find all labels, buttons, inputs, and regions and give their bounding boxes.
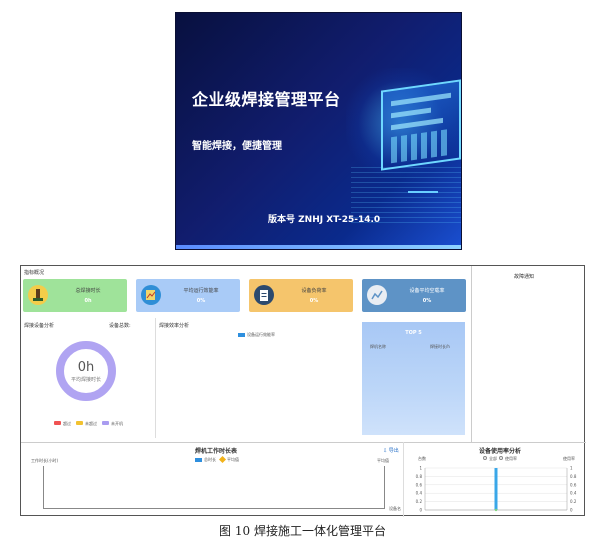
average-legend-label: 平均值 (227, 457, 239, 462)
top5-header-duration: 焊接时长/h (430, 344, 450, 349)
work-time-chart-area (43, 466, 385, 509)
y-tick-label: 0.8 (416, 474, 423, 479)
splash-subtitle: 智能焊接，便捷管理 (192, 141, 282, 152)
device-analysis-title: 焊接设备分析 (24, 323, 55, 329)
average-legend-swatch (218, 455, 227, 464)
y-tick-label: 0.2 (416, 499, 423, 504)
y2-tick-label: 0.2 (570, 499, 577, 504)
work-time-y2-axis-label: 平均值 (377, 458, 389, 463)
all-legend-marker (483, 456, 487, 460)
overview-title: 指标概况 (24, 270, 45, 276)
kpi-card-avg-efficiency[interactable]: 平均运行效能率 0% (136, 279, 240, 312)
kpi-card-idle-rate[interactable]: 设备平均空载率 0% (362, 279, 466, 312)
efficiency-analysis-title: 焊接效率分析 (159, 323, 190, 329)
y-tick-label: 0 (419, 508, 422, 513)
y2-tick-label: 0.8 (570, 474, 577, 479)
kpi-label: 设备负荷率 (301, 288, 327, 294)
top5-header-machine: 焊机名称 (370, 344, 386, 349)
fault-notice-title: 故障通知 (514, 274, 535, 280)
legend-swatch-exceeded (54, 421, 61, 425)
utilization-y-axis-label: 台数 (418, 456, 426, 461)
utilization-title: 设备使用率分析 (479, 448, 522, 455)
splash-bottom-line (176, 245, 461, 249)
work-time-x-axis-label: 设备名 (389, 506, 401, 511)
monitor-bar (391, 92, 451, 107)
kpi-value: 0% (309, 298, 319, 304)
utilization-legend-marker (499, 456, 503, 460)
legend-swatch-not-exceeded (76, 421, 83, 425)
splash-title: 企业级焊接管理平台 (192, 90, 341, 109)
splash-banner: 企业级焊接管理平台 智能焊接，便捷管理 版本号 ZNHJ XT-25-14.0 (175, 12, 462, 250)
figure-caption: 图 10 焊接施工一体化管理平台 (219, 524, 386, 538)
device-total-label: 设备总数: (109, 323, 131, 329)
efficiency-legend-label: 设备运行效能率 (247, 332, 275, 337)
y-tick-label: 1 (419, 466, 422, 471)
section-divider (21, 442, 586, 443)
kpi-card-load-rate[interactable]: 设备负荷率 0% (249, 279, 353, 312)
work-time-y-axis-label: 工作时长(小时) (31, 458, 59, 463)
total-legend-label: 总时长 (204, 457, 216, 462)
kpi-label: 设备平均空载率 (409, 288, 445, 294)
y2-tick-label: 0.6 (570, 482, 577, 487)
kpi-value: 0% (196, 298, 206, 304)
utilization-y2-axis-label: 使用率 (563, 456, 575, 461)
panel-divider (471, 266, 472, 442)
version-number: 版本号 ZNHJ XT-25-14.0 (268, 215, 381, 225)
kpi-label: 总焊接时长 (75, 288, 101, 294)
utilization-legend-label: 使用率 (505, 456, 517, 461)
donut-label: 平均焊接时长 (70, 377, 101, 383)
y2-tick-label: 1 (570, 466, 573, 471)
gauge-icon (367, 285, 387, 305)
monitor-illustration (381, 79, 461, 171)
kpi-value: 0h (84, 298, 92, 304)
clipboard-icon (254, 285, 274, 305)
utilization-point (494, 508, 498, 512)
monitor-bar (391, 107, 431, 119)
work-time-title: 焊机工作时长表 (195, 448, 238, 455)
donut-value: 0h (77, 360, 95, 375)
y-tick-label: 0.6 (416, 482, 423, 487)
legend-label-not-exceeded: 未超过 (85, 421, 97, 426)
y-tick-label: 0.4 (416, 491, 423, 496)
chart-icon (141, 285, 161, 305)
utilization-chart: 0 0 0.2 0.2 0.4 0.4 0.6 0.6 0.8 0.8 1 1 (416, 466, 577, 513)
export-button[interactable]: ⇩ 导出 (383, 447, 399, 454)
monitor-stand (408, 173, 438, 193)
column-divider (155, 318, 156, 438)
monitor-grid (391, 128, 451, 164)
legend-label-powered-off: 未开机 (111, 421, 123, 426)
column-divider (403, 442, 404, 517)
y2-tick-label: 0.4 (570, 491, 577, 496)
y2-tick-label: 0 (570, 508, 573, 513)
total-legend-swatch (195, 458, 202, 462)
utilization-bar (494, 468, 498, 510)
legend-swatch-powered-off (102, 421, 109, 425)
kpi-label: 平均运行效能率 (183, 288, 219, 294)
efficiency-legend-swatch (238, 333, 245, 337)
monitor-bar (391, 117, 443, 131)
kpi-value: 0% (422, 298, 432, 304)
kpi-card-total-welding-time[interactable]: 总焊接时长 0h (23, 279, 127, 312)
top5-panel: TOP 5 焊机名称 焊接时长/h (362, 322, 465, 435)
top5-title: TOP 5 (405, 330, 422, 336)
dashboard: 指标概况 总焊接时长 0h 平均运行效能率 0% 设备负荷率 0% 设备平均空载… (20, 265, 586, 517)
legend-label-exceeded: 超过 (63, 421, 71, 426)
all-legend-label: 全部 (489, 456, 497, 461)
welder-icon (28, 285, 48, 305)
